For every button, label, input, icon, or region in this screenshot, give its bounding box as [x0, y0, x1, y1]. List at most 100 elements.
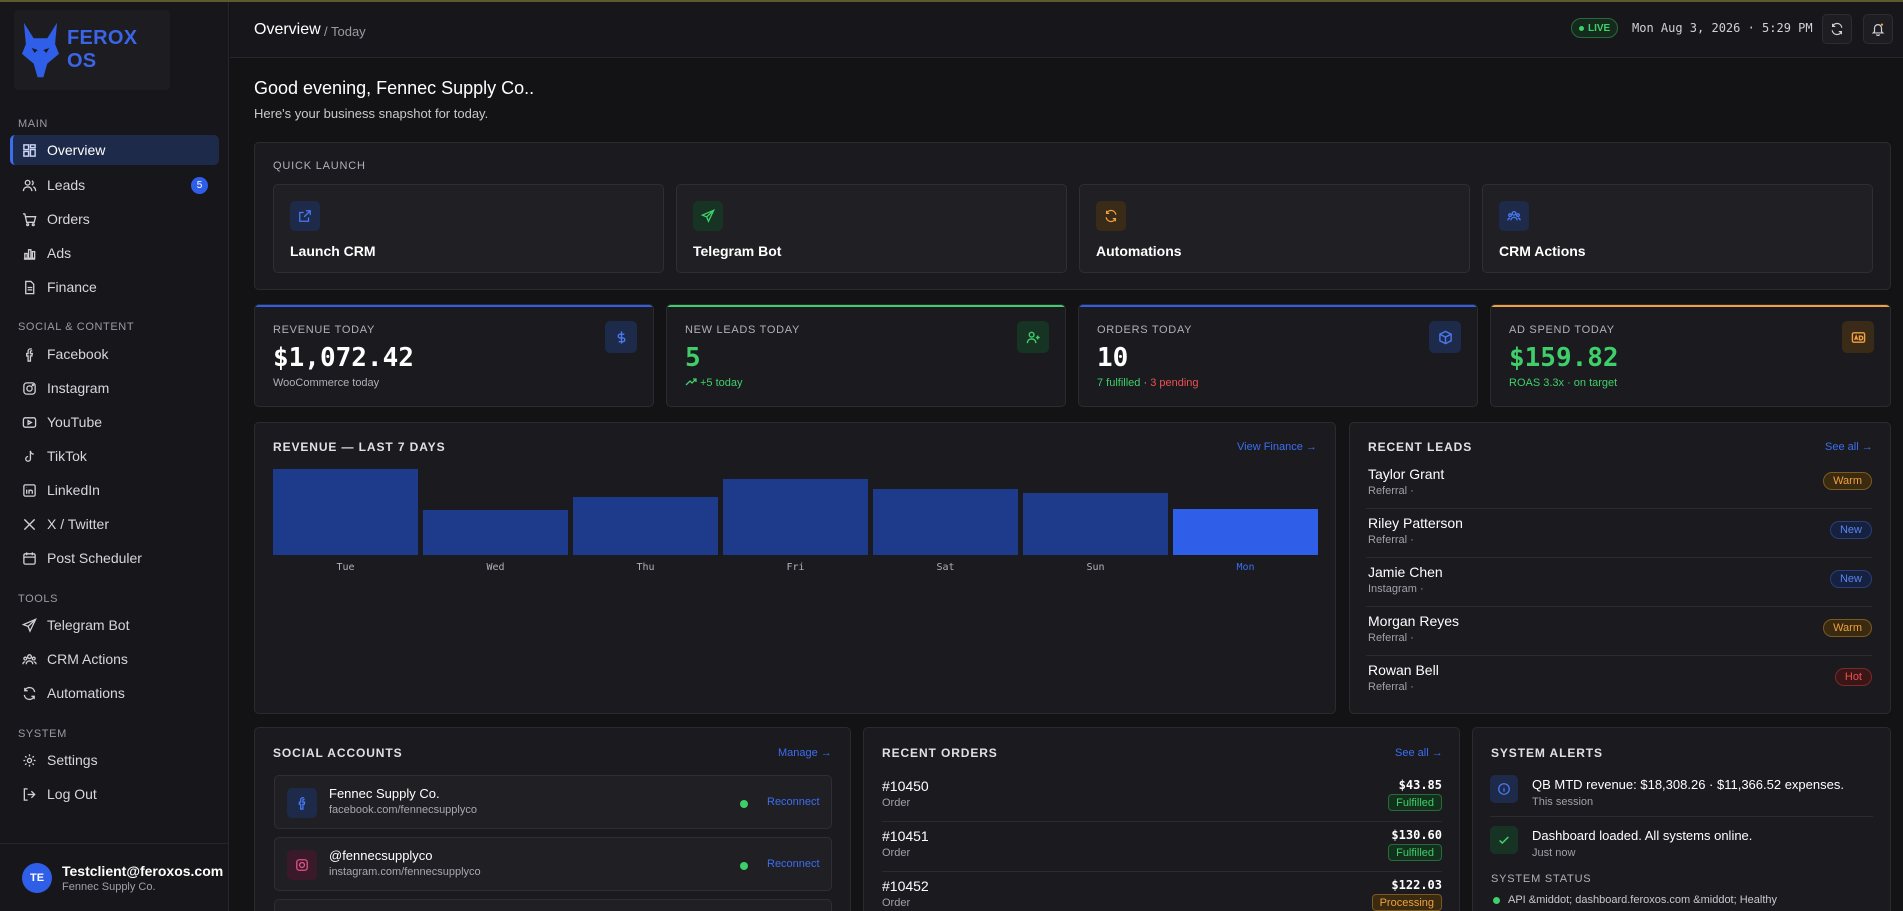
reconnect-button[interactable]: Reconnect [767, 796, 820, 808]
sidebar-item-facebook[interactable]: Facebook [10, 339, 219, 369]
lead-status-badge: New [1829, 521, 1872, 539]
chart-bar[interactable] [1023, 493, 1168, 555]
kpi-icon-wrap [1429, 321, 1461, 353]
sidebar-item-leads[interactable]: Leads 5 [10, 170, 219, 200]
quick-launch-automations[interactable]: Automations [1079, 184, 1470, 273]
kpi-sub: 7 fulfilled · 3 pending [1097, 377, 1199, 389]
sidebar-item-finance[interactable]: Finance [10, 272, 219, 302]
kpi-accent-bar [255, 305, 653, 307]
divider [1490, 816, 1873, 817]
quick-launch-crm[interactable]: Launch CRM [273, 184, 664, 273]
leads-see-all-link[interactable]: See all → [1825, 441, 1873, 453]
sidebar-item-x-twitter[interactable]: X / Twitter [10, 509, 219, 539]
kpi-value: 10 [1097, 343, 1129, 373]
send-icon [701, 209, 715, 223]
chart-bar[interactable] [723, 479, 868, 555]
quick-launch-telegram-bot[interactable]: Telegram Bot [676, 184, 1067, 273]
sidebar-item-overview[interactable]: Overview [10, 135, 219, 165]
social-accounts-title: SOCIAL ACCOUNTS [273, 746, 403, 760]
sidebar-item-telegram-bot[interactable]: Telegram Bot [10, 610, 219, 640]
list-item[interactable]: Taylor Grant Referral · Warm [1366, 460, 1872, 509]
quick-launch-crm-actions[interactable]: CRM Actions [1482, 184, 1873, 273]
user-profile[interactable]: TE Testclient@feroxos.com Fennec Supply … [0, 843, 229, 911]
status-dot-icon [1493, 897, 1500, 904]
status-dot-icon [740, 800, 748, 808]
kpi-ad-spend-today[interactable]: AD SPEND TODAY $159.82 ROAS 3.3x · on ta… [1490, 304, 1891, 407]
kpi-orders-today[interactable]: ORDERS TODAY 10 7 fulfilled · 3 pending [1078, 304, 1478, 407]
list-item[interactable]: Rowan Bell Referral · Hot [1366, 656, 1872, 705]
orders-see-all-link[interactable]: See all → [1395, 747, 1443, 759]
account-name: Fennec Supply Co. [329, 786, 440, 801]
soc-icon-wrap [287, 788, 317, 818]
live-dot-icon [1579, 25, 1584, 31]
lead-source: Referral · [1368, 681, 1414, 693]
leads-count-badge: 5 [191, 177, 208, 194]
sidebar-item-post-scheduler[interactable]: Post Scheduler [10, 543, 219, 573]
sidebar-item-instagram[interactable]: Instagram [10, 373, 219, 403]
sidebar-item-linkedin[interactable]: LinkedIn [10, 475, 219, 505]
chart-tick-label: Fri [786, 562, 805, 573]
view-finance-link[interactable]: View Finance → [1237, 441, 1317, 453]
sidebar-item-ads[interactable]: Ads [10, 238, 219, 268]
trending-up-icon [685, 378, 697, 386]
sidebar-item-youtube[interactable]: YouTube [10, 407, 219, 437]
ql-icon-wrap [1096, 201, 1126, 231]
sidebar-item-label: Instagram [47, 380, 110, 396]
chart-bar[interactable] [1173, 509, 1318, 555]
cart-icon [22, 212, 37, 226]
list-item[interactable]: Morgan Reyes Referral · Warm [1366, 607, 1872, 656]
send-icon [22, 617, 37, 633]
kpi-revenue-today[interactable]: REVENUE TODAY $1,072.42 WooCommerce toda… [254, 304, 654, 407]
alert-text: Dashboard loaded. All systems online. [1532, 828, 1753, 843]
list-item[interactable]: Riley Patterson Referral · New [1366, 509, 1872, 558]
sidebar-item-log-out[interactable]: Log Out [10, 779, 219, 809]
lead-status-badge: Warm [1823, 472, 1872, 490]
lead-source: Referral · [1368, 485, 1414, 497]
kpi-accent-bar [1491, 305, 1890, 307]
alert-icon-wrap [1490, 775, 1518, 803]
table-row[interactable]: #10450 Order $43.85 Fulfilled [882, 772, 1442, 822]
kpi-new-leads-today[interactable]: NEW LEADS TODAY 5 +5 today [666, 304, 1066, 407]
sidebar-item-crm-actions[interactable]: CRM Actions [10, 644, 219, 674]
chart-tick-label: Sun [1086, 562, 1105, 573]
list-item[interactable]: Jamie Chen Instagram · New [1366, 558, 1872, 607]
datetime: Mon Aug 3, 2026 · 5:29 PM [1632, 21, 1813, 35]
table-row[interactable]: #10451 Order $130.60 Fulfilled [882, 822, 1442, 872]
kpi-value: 5 [685, 343, 701, 373]
sidebar-item-label: Post Scheduler [47, 550, 142, 566]
quick-launch-title: QUICK LAUNCH [273, 160, 366, 172]
table-row[interactable]: #10452 Order $122.03 Processing [882, 872, 1442, 911]
kpi-sub-separator: · [1140, 377, 1151, 389]
social-account-partial[interactable] [274, 899, 832, 911]
instagram-icon [296, 859, 308, 871]
social-account-facebook[interactable]: Fennec Supply Co. facebook.com/fennecsup… [274, 775, 832, 829]
status-dot-icon [740, 862, 748, 870]
document-icon [25, 280, 35, 294]
app-root: FEROX OS MAIN Overview Leads 5 Orders Ad… [0, 0, 1903, 911]
sidebar-item-orders[interactable]: Orders [10, 204, 219, 234]
dollar-icon [617, 330, 625, 344]
kpi-accent-bar [667, 305, 1065, 307]
chart-bar[interactable] [273, 469, 418, 555]
chart-bar[interactable] [573, 497, 718, 555]
logo[interactable]: FEROX OS [14, 10, 170, 90]
order-amount: $122.03 [1391, 878, 1442, 892]
notifications-button[interactable] [1863, 14, 1893, 44]
social-account-instagram[interactable]: @fennecsupplyco instagram.com/fennecsupp… [274, 837, 832, 891]
sidebar-item-automations[interactable]: Automations [10, 678, 219, 708]
chart-bar[interactable] [423, 510, 568, 555]
refresh-button[interactable] [1822, 14, 1852, 44]
lead-source: Referral · [1368, 534, 1414, 546]
kpi-accent-bar [1079, 305, 1477, 307]
reconnect-button[interactable]: Reconnect [767, 858, 820, 870]
logout-icon [23, 787, 36, 801]
lead-name: Morgan Reyes [1368, 613, 1460, 629]
order-id: #10450 [882, 778, 929, 794]
avatar: TE [22, 862, 52, 893]
sidebar-item-settings[interactable]: Settings [10, 745, 219, 775]
order-amount: $43.85 [1398, 778, 1442, 792]
sidebar-item-tiktok[interactable]: TikTok [10, 441, 219, 471]
alert-icon-wrap [1490, 826, 1518, 854]
chart-bar[interactable] [873, 489, 1018, 555]
manage-link[interactable]: Manage → [778, 747, 832, 759]
